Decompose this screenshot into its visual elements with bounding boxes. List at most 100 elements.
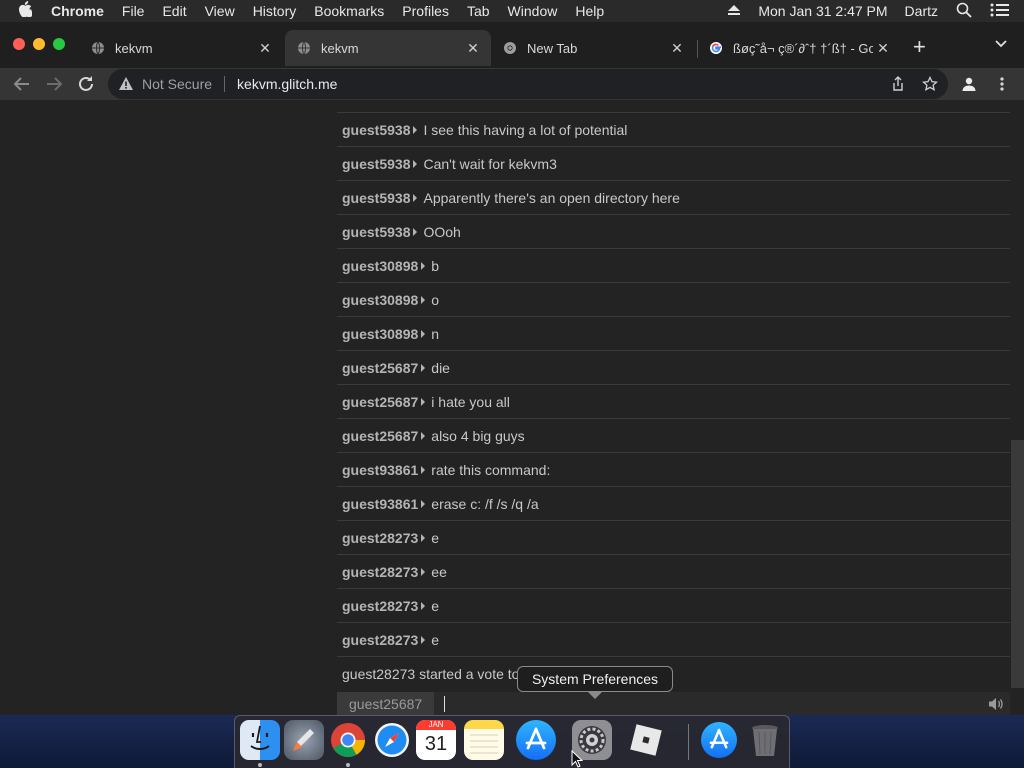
calendar-day-label: 31	[424, 733, 448, 755]
control-center-icon[interactable]	[981, 3, 1024, 20]
app-store-downloads-icon[interactable]	[701, 722, 737, 758]
url-text[interactable]: kekvm.glitch.me	[237, 76, 337, 92]
chat-message-user[interactable]: guest25687	[342, 360, 418, 376]
chat-arrow-icon	[421, 397, 426, 406]
chat-message-user[interactable]: guest93861	[342, 462, 418, 478]
window-minimize-button[interactable]	[33, 38, 45, 50]
chat-message-user[interactable]: guest28273	[342, 598, 418, 614]
dock-tooltip: System Preferences	[517, 666, 673, 699]
chat-message: guest28273 ee	[337, 554, 1010, 588]
chat-message-user[interactable]: guest30898	[342, 258, 418, 274]
chat-message-text: ee	[431, 563, 447, 580]
calendar-icon[interactable]: JAN 31	[416, 720, 456, 760]
chat-message: guest28273 e	[337, 588, 1010, 622]
trash-icon[interactable]	[745, 720, 785, 760]
chat-message-user[interactable]: guest28273	[342, 632, 418, 648]
menu-history[interactable]: History	[244, 3, 306, 19]
menu-datetime[interactable]: Mon Jan 31 2:47 PM	[750, 3, 895, 19]
chat-message-user[interactable]: guest28273	[342, 564, 418, 580]
bookmark-star-icon[interactable]	[922, 76, 938, 92]
chat-message-user[interactable]: guest5938	[342, 224, 410, 240]
menu-view[interactable]: View	[196, 3, 244, 19]
app-store-icon[interactable]	[516, 720, 556, 760]
eject-icon[interactable]	[718, 3, 750, 19]
chat-message-user[interactable]: guest28273	[342, 530, 418, 546]
chat-arrow-icon	[413, 125, 418, 134]
menu-profiles[interactable]: Profiles	[393, 3, 458, 19]
menu-edit[interactable]: Edit	[153, 3, 195, 19]
menu-bookmarks[interactable]: Bookmarks	[305, 3, 393, 19]
chat-message-text: I see this having a lot of potential	[423, 121, 628, 138]
chat-message-text: rate this command:	[431, 461, 551, 478]
chat-message-user[interactable]: guest5938	[342, 122, 410, 138]
chat-message: guest93861 erase c: /f /s /q /a	[337, 486, 1010, 520]
new-tab-plus-icon[interactable]: +	[913, 34, 926, 60]
address-bar[interactable]: Not Secure kekvm.glitch.me	[108, 69, 948, 99]
warning-triangle-icon[interactable]	[118, 76, 134, 92]
chat-message-text: b	[431, 257, 440, 274]
chat-message-user[interactable]: guest25687	[342, 428, 418, 444]
finder-icon[interactable]	[240, 720, 280, 760]
notes-icon[interactable]	[464, 720, 504, 760]
chrome-icon[interactable]	[328, 720, 368, 760]
chat-message-user[interactable]: guest5938	[342, 190, 410, 206]
reload-icon[interactable]	[74, 72, 98, 96]
share-icon[interactable]	[890, 76, 906, 92]
chat-message: guest5938 I see this having a lot of pote…	[337, 112, 1010, 146]
roblox-icon[interactable]	[626, 720, 666, 760]
chat-message-user[interactable]: guest30898	[342, 326, 418, 342]
chat-arrow-icon	[421, 465, 426, 474]
chat-message-input[interactable]	[445, 693, 1010, 715]
tab-search-chevron-icon[interactable]	[994, 36, 1008, 50]
chat-message-text: e	[431, 631, 440, 648]
chat-message-text: die	[431, 359, 450, 376]
tab-title: kekvm	[115, 40, 153, 56]
safari-icon[interactable]	[372, 720, 412, 760]
tab-kekvm-1[interactable]: kekvm ✕	[79, 30, 283, 66]
tab-google-search[interactable]: ßøç˜å¬ ç®´∂ˆ† †´ß† - Go ✕	[697, 30, 901, 66]
chat-message-text: n	[431, 325, 440, 342]
chat-message-user[interactable]: guest93861	[342, 496, 418, 512]
tab-close-icon[interactable]: ✕	[873, 40, 893, 57]
chat-message: guest5938 OOoh	[337, 214, 1010, 248]
tab-close-icon[interactable]: ✕	[463, 40, 483, 57]
tab-close-icon[interactable]: ✕	[255, 40, 275, 57]
menu-user[interactable]: Dartz	[896, 3, 947, 19]
menu-window[interactable]: Window	[499, 3, 567, 19]
profile-avatar-icon[interactable]	[961, 76, 977, 92]
chat-message: guest5938 Apparently there's an open dire…	[337, 180, 1010, 214]
window-zoom-button[interactable]	[53, 38, 65, 50]
tab-kekvm-2[interactable]: kekvm ✕	[285, 30, 491, 66]
menu-tab[interactable]: Tab	[458, 3, 499, 19]
security-status-label[interactable]: Not Secure	[142, 76, 212, 92]
chat-arrow-icon	[421, 363, 426, 372]
menu-file[interactable]: File	[113, 3, 154, 19]
page-scrollbar[interactable]	[1011, 440, 1024, 688]
chat-message-text: i hate you all	[431, 393, 510, 410]
back-arrow-icon[interactable]	[10, 72, 34, 96]
chat-arrow-icon	[421, 567, 426, 576]
chrome-menu-icon[interactable]	[994, 76, 1010, 92]
chat-arrow-icon	[421, 431, 426, 440]
chat-message-text: erase c: /f /s /q /a	[431, 495, 539, 512]
chat-message-user[interactable]: guest30898	[342, 292, 418, 308]
chat-message: guest28273 e	[337, 622, 1010, 656]
chat-message-text: e	[431, 529, 440, 546]
forward-arrow-icon[interactable]	[42, 72, 66, 96]
menu-app-name[interactable]: Chrome	[42, 3, 113, 19]
spotlight-search-icon[interactable]	[947, 2, 981, 21]
menu-help[interactable]: Help	[566, 3, 613, 19]
chat-username-label[interactable]: guest25687	[337, 692, 435, 716]
calendar-month-label: JAN	[416, 720, 456, 730]
chat-message-user[interactable]: guest25687	[342, 394, 418, 410]
volume-speaker-icon[interactable]	[982, 692, 1010, 716]
tab-new-tab[interactable]: New Tab ✕	[491, 30, 695, 66]
chat-message-user[interactable]: guest5938	[342, 156, 410, 172]
apple-menu-icon[interactable]	[0, 1, 42, 21]
launchpad-icon[interactable]	[284, 720, 324, 760]
dock-separator	[688, 724, 689, 760]
mouse-cursor-icon	[571, 750, 583, 768]
chrome-running-dot	[346, 763, 350, 767]
tab-close-icon[interactable]: ✕	[667, 40, 687, 57]
window-close-button[interactable]	[13, 38, 25, 50]
